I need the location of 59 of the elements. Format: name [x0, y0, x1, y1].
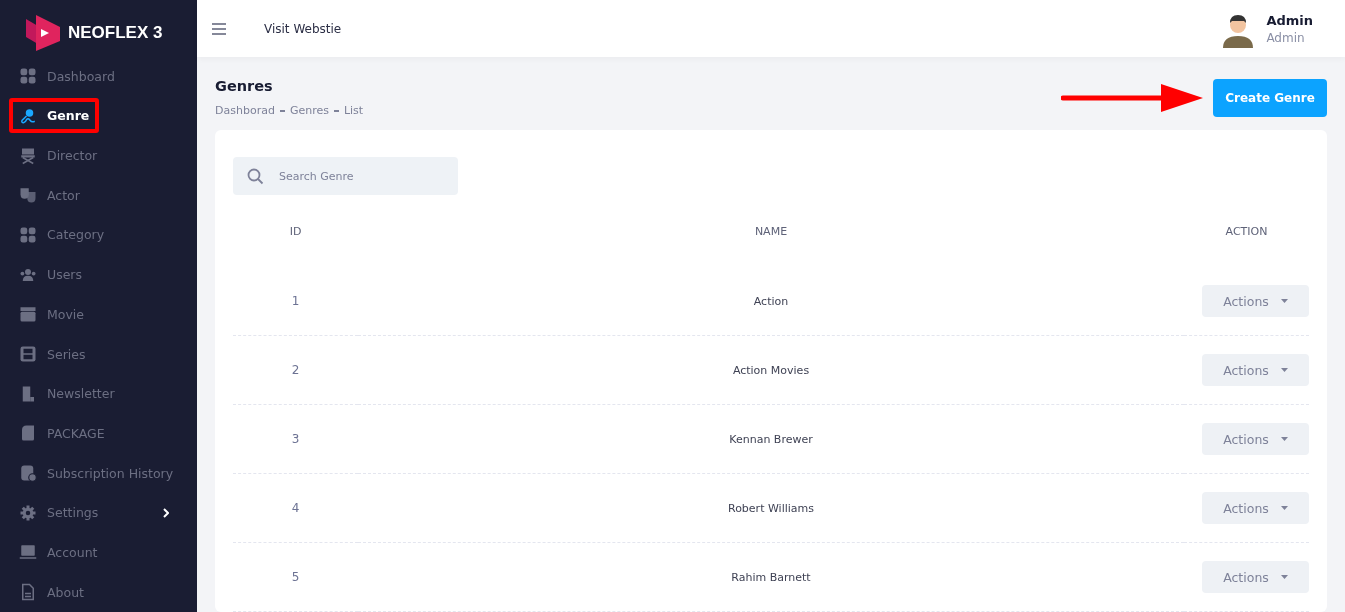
- film-strip-icon: [19, 345, 37, 364]
- column-header: ID: [288, 223, 303, 240]
- user-role: Admin: [1266, 30, 1306, 45]
- search-icon: [247, 168, 264, 185]
- actions-dropdown[interactable]: Actions: [1202, 492, 1309, 524]
- table-cell: 2: [233, 336, 358, 405]
- table-cell: 3: [233, 405, 358, 474]
- sidebar-item[interactable]: Category: [0, 215, 197, 255]
- caret-icon: [1280, 575, 1288, 579]
- menu-icon[interactable]: [212, 22, 226, 35]
- actions-dropdown[interactable]: Actions: [1202, 285, 1309, 317]
- laptop-user-icon: [19, 543, 37, 562]
- table-cell: Action: [358, 267, 1184, 336]
- table-cell: Rahim Barnett: [358, 543, 1184, 612]
- actions-dropdown[interactable]: Actions: [1202, 354, 1309, 386]
- sidebar-item[interactable]: Movie: [0, 294, 197, 335]
- sidebar-item[interactable]: Users: [0, 254, 197, 295]
- logo-icon: [26, 14, 60, 51]
- sidebar-item[interactable]: Actor: [0, 175, 197, 216]
- sidebar-item[interactable]: Director: [0, 135, 197, 176]
- gear-icon: [19, 503, 37, 522]
- sidebar-item[interactable]: Series: [0, 334, 197, 374]
- sidebar-item[interactable]: About: [0, 572, 197, 612]
- sidebar-item[interactable]: Dashboard: [0, 56, 197, 97]
- caret-icon: [1280, 506, 1288, 510]
- search-field[interactable]: Search Genre: [233, 157, 458, 195]
- caret-icon: [1280, 437, 1288, 441]
- file-icon: [19, 583, 37, 602]
- table-cell: Action Movies: [358, 336, 1184, 405]
- sidebar-item[interactable]: Subscription History: [0, 453, 197, 493]
- user-name: Admin: [1266, 12, 1313, 28]
- caret-icon: [1280, 299, 1288, 303]
- actions-dropdown[interactable]: Actions: [1202, 561, 1309, 593]
- sidebar-item[interactable]: Account: [0, 532, 197, 573]
- microphone-icon: [19, 106, 37, 125]
- clapperboard-icon: [19, 305, 37, 324]
- sidebar-item[interactable]: Newsletter: [0, 373, 197, 414]
- breadcrumb-item[interactable]: Dashborad: [215, 104, 275, 118]
- table-cell: 4: [233, 474, 358, 543]
- page-title: Genres: [215, 78, 274, 95]
- sidebar-item[interactable]: PACKAGE: [0, 413, 197, 454]
- sidebar-item[interactable]: Settings: [0, 492, 197, 533]
- table-cell: Robert Williams: [358, 474, 1184, 543]
- table-cell: 1: [233, 267, 358, 336]
- brand-name: NEOFLEX 3: [68, 22, 163, 43]
- column-header: ACTION: [1224, 223, 1269, 240]
- create-genre-button[interactable]: Create Genre: [1213, 79, 1327, 118]
- breadcrumb-item[interactable]: List: [343, 104, 364, 118]
- actions-dropdown[interactable]: Actions: [1202, 423, 1309, 455]
- director-chair-icon: [19, 146, 37, 165]
- grid-icon: [19, 225, 37, 244]
- caret-icon: [1280, 368, 1288, 372]
- visit-website-link[interactable]: Visit Webstie: [264, 21, 342, 36]
- column-header: NAME: [753, 223, 789, 240]
- sidebar-item[interactable]: Genre: [0, 96, 197, 136]
- breadcrumb-item[interactable]: Genres: [289, 104, 329, 118]
- table-cell: Kennan Brewer: [358, 405, 1184, 474]
- table-cell: 5: [233, 543, 358, 612]
- grid-icon: [19, 67, 37, 86]
